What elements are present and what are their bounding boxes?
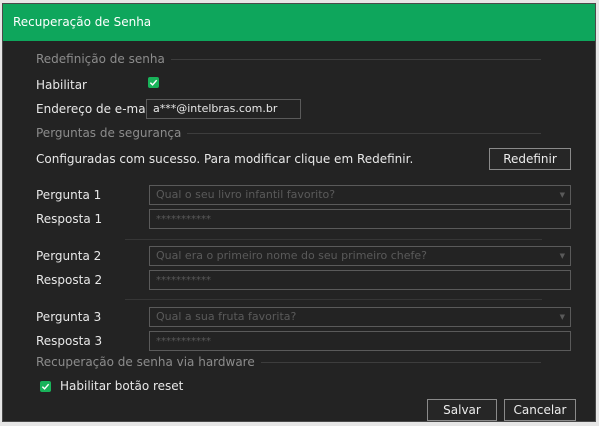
answer-1-value: *********** <box>156 214 211 225</box>
caret-down-icon: ▼ <box>559 191 565 199</box>
question-1-value: Qual o seu livro infantil favorito? <box>156 188 336 201</box>
security-status-text: Configuradas com sucesso. Para modificar… <box>36 152 414 166</box>
password-recovery-dialog: Recuperação de Senha Redefinição de senh… <box>2 3 596 422</box>
save-button[interactable]: Salvar <box>427 399 497 421</box>
answer-3-label: Resposta 3 <box>36 334 103 348</box>
question-divider <box>125 239 542 240</box>
caret-down-icon: ▼ <box>559 313 565 321</box>
section-divider <box>170 58 541 60</box>
question-1-select[interactable]: Qual o seu livro infantil favorito? ▼ <box>149 185 571 205</box>
answer-2-value: *********** <box>156 275 211 286</box>
cancel-button[interactable]: Cancelar <box>504 399 576 421</box>
hardware-section-title: Recuperação de senha via hardware <box>36 355 541 369</box>
reset-section-label: Redefinição de senha <box>36 52 165 66</box>
question-3-label: Pergunta 3 <box>36 310 102 324</box>
redefine-button[interactable]: Redefinir <box>489 148 571 170</box>
section-divider <box>260 361 541 363</box>
caret-down-icon: ▼ <box>559 252 565 260</box>
checkmark-icon <box>41 383 50 390</box>
question-2-value: Qual era o primeiro nome do seu primeiro… <box>156 249 428 262</box>
dialog-content: Redefinição de senha Habilitar Endereço … <box>3 41 595 421</box>
reset-button-label: Habilitar botão reset <box>60 379 184 393</box>
answer-1-label: Resposta 1 <box>36 212 103 226</box>
answer-3-field[interactable]: *********** <box>149 331 571 351</box>
question-3-select[interactable]: Qual a sua fruta favorita? ▼ <box>149 307 571 327</box>
checkmark-icon <box>149 79 158 86</box>
question-1-label: Pergunta 1 <box>36 188 102 202</box>
reset-section-title: Redefinição de senha <box>36 52 541 66</box>
answer-1-field[interactable]: *********** <box>149 209 571 229</box>
security-section-label: Perguntas de segurança <box>36 126 182 140</box>
question-2-select[interactable]: Qual era o primeiro nome do seu primeiro… <box>149 246 571 266</box>
enable-checkbox[interactable] <box>148 77 159 88</box>
answer-2-label: Resposta 2 <box>36 273 103 287</box>
question-2-label: Pergunta 2 <box>36 249 102 263</box>
reset-button-checkbox[interactable] <box>40 381 51 392</box>
section-divider <box>187 132 541 134</box>
question-divider <box>125 299 542 300</box>
dialog-title: Recuperação de Senha <box>3 4 595 41</box>
security-section-title: Perguntas de segurança <box>36 126 541 140</box>
answer-3-value: *********** <box>156 336 211 347</box>
email-label: Endereço de e-mail <box>36 102 153 116</box>
hardware-section-label: Recuperação de senha via hardware <box>36 355 255 369</box>
email-field[interactable]: a***@intelbras.com.br <box>146 99 301 119</box>
enable-label: Habilitar <box>36 78 87 92</box>
question-3-value: Qual a sua fruta favorita? <box>156 310 297 323</box>
answer-2-field[interactable]: *********** <box>149 270 571 290</box>
